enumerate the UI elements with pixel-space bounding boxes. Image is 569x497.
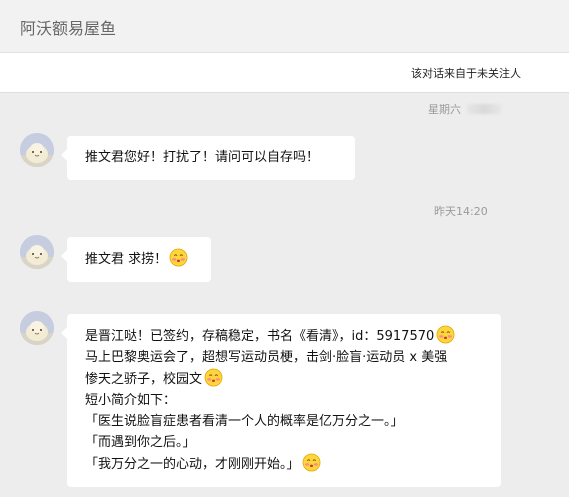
message-3-line-2: 马上巴黎奥运会了，超想写运动员梗，击剑·脸盲·运动员 x 美强 bbox=[85, 350, 448, 365]
message-3-line-3: 惨天之骄子，校园文 bbox=[85, 368, 483, 390]
sender-avatar[interactable] bbox=[20, 311, 54, 345]
message-3-line-7-text: 「我万分之一的心动，才刚刚开始。」 bbox=[85, 457, 300, 472]
chat-title: 阿沃额易屋鱼 bbox=[20, 19, 117, 38]
timestamp-2-text: 昨天14:20 bbox=[434, 205, 488, 218]
message-3-line-6: 「而遇到你之后。」 bbox=[85, 435, 196, 450]
message-3-line-5: 「医生说脸盲症患者看清一个人的概率是亿万分之一。」 bbox=[85, 414, 404, 429]
shy-blush-emoji-icon bbox=[204, 368, 223, 387]
timestamp-1-redacted bbox=[467, 104, 501, 114]
stranger-notice-text: 该对话来自于未关注人 bbox=[411, 67, 521, 80]
sender-avatar[interactable] bbox=[20, 235, 54, 269]
message-3-line-1: 是晋江哒！已签约，存稿稳定，书名《看清》，id：5917570 bbox=[85, 325, 483, 347]
shy-blush-emoji-icon bbox=[169, 248, 188, 267]
message-bubble-1[interactable]: 推文君您好！打扰了！请问可以自存吗！ bbox=[61, 136, 355, 180]
shy-blush-emoji-icon bbox=[302, 453, 320, 472]
message-2-line-1: 推文君 求捞！ bbox=[85, 248, 193, 270]
timestamp-1: 星期六 bbox=[428, 101, 501, 117]
cream-bun-avatar-icon bbox=[20, 133, 54, 167]
timestamp-1-text: 星期六 bbox=[428, 103, 461, 116]
message-1-line-1: 推文君您好！打扰了！请问可以自存吗！ bbox=[85, 150, 320, 165]
message-3-line-3-text: 惨天之骄子，校园文 bbox=[85, 372, 203, 387]
message-bubble-3[interactable]: 是晋江哒！已签约，存稿稳定，书名《看清》，id：5917570 马上巴黎奥运会了… bbox=[61, 314, 501, 487]
cream-bun-avatar-icon bbox=[20, 235, 54, 269]
chat-header: 阿沃额易屋鱼 bbox=[0, 0, 569, 53]
cream-bun-avatar-icon bbox=[20, 311, 54, 345]
shy-blush-emoji-icon bbox=[436, 325, 455, 344]
message-2-text: 推文君 求捞！ bbox=[85, 252, 168, 267]
message-3-line-4: 短小简介如下： bbox=[85, 393, 177, 408]
message-3-line-7: 「我万分之一的心动，才刚刚开始。」 bbox=[85, 453, 483, 475]
sender-avatar[interactable] bbox=[20, 133, 54, 167]
message-3-line-1-text: 是晋江哒！已签约，存稿稳定，书名《看清》，id：5917570 bbox=[85, 329, 435, 344]
timestamp-2: 昨天14:20 bbox=[434, 203, 488, 219]
stranger-notice-bar: 该对话来自于未关注人 bbox=[0, 53, 569, 93]
message-bubble-2[interactable]: 推文君 求捞！ bbox=[61, 237, 211, 282]
